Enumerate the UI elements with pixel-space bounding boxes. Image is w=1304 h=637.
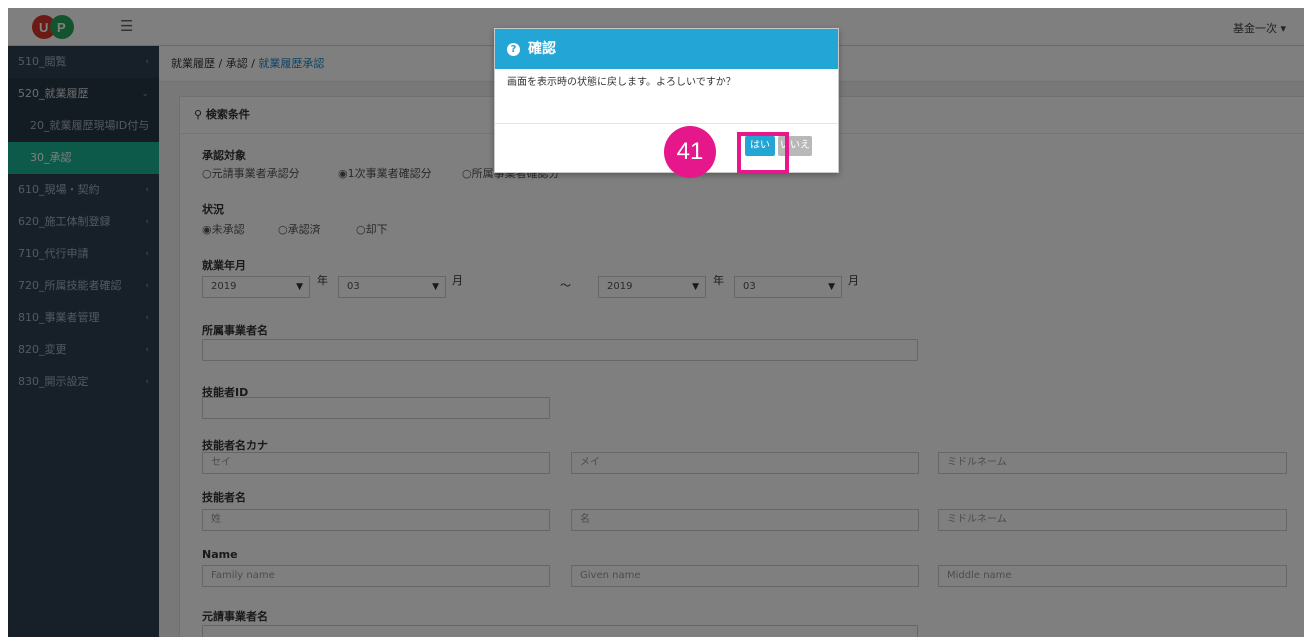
- question-icon: ?: [507, 43, 520, 56]
- dialog-header: ? 確認: [495, 29, 838, 69]
- highlight-box: [737, 132, 789, 174]
- step-number-badge: 41: [664, 126, 716, 178]
- dialog-title: 確認: [528, 41, 556, 57]
- dialog-message: 画面を表示時の状態に戻します。よろしいですか？: [495, 69, 838, 124]
- app-window: U P ☰ 基金一次 ▾ 510_閲覧‹ 520_就業履歴⌄ 20_就業履歴現場…: [8, 8, 1304, 637]
